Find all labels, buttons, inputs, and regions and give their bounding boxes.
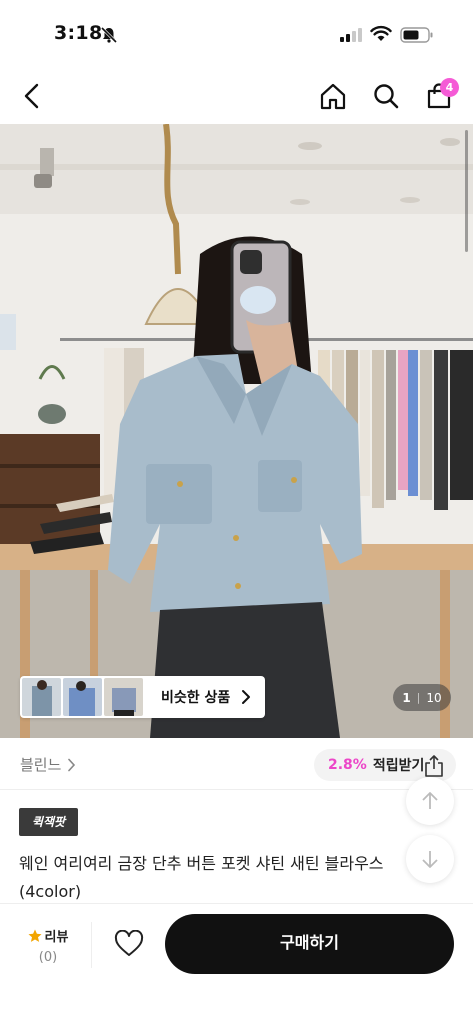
bell-slash-icon [100, 26, 118, 44]
product-title: 웨인 여리여리 금장 단추 버튼 포켓 샤틴 새틴 블라우스 (4color) [19, 854, 384, 901]
scroll-bottom-button[interactable] [406, 835, 454, 883]
arrow-down-icon [422, 851, 438, 868]
scroll-top-button[interactable] [406, 777, 454, 825]
review-button[interactable]: 리뷰 (0) [22, 926, 74, 965]
image-pager: 1 | 10 [393, 684, 451, 711]
review-label: 리뷰 [44, 930, 69, 945]
similar-thumb [104, 678, 143, 716]
product-image-gallery[interactable] [0, 124, 473, 738]
similar-products-label: 비슷한 상품 [161, 690, 231, 706]
battery-icon [400, 27, 433, 43]
page-scroll-indicator [465, 130, 468, 252]
status-time: 3:18 [54, 22, 103, 44]
similar-products-button[interactable]: 비슷한 상품 [20, 676, 265, 718]
cart-count-badge: 4 [440, 78, 459, 97]
product-photo [0, 124, 473, 738]
wifi-icon [370, 25, 392, 41]
similar-thumb [63, 678, 102, 716]
bottom-action-bar: 리뷰 (0) 구매하기 [0, 903, 473, 1024]
pager-separator: | [416, 691, 421, 704]
pager-current: 1 [402, 690, 411, 705]
search-icon[interactable] [372, 82, 400, 110]
star-icon [28, 929, 42, 942]
promo-badge: 퀵잭팟 [19, 808, 78, 836]
buy-button[interactable]: 구매하기 [165, 914, 454, 974]
divider [91, 922, 92, 968]
points-label: 적립받기 [372, 758, 425, 774]
chevron-right-icon [68, 758, 76, 771]
top-nav [0, 68, 473, 124]
status-bar: 3:18 [0, 0, 473, 68]
similar-thumb [22, 678, 61, 716]
pager-total: 10 [426, 690, 442, 705]
brand-row: 블린느 2.8% 적립받기 [0, 738, 473, 790]
share-icon[interactable] [424, 755, 444, 777]
brand-name: 블린느 [20, 756, 62, 774]
brand-link[interactable]: 블린느 [20, 754, 76, 775]
back-icon[interactable] [18, 82, 46, 110]
chevron-right-icon [242, 690, 250, 704]
review-count: (0) [38, 950, 58, 965]
points-percent: 2.8% [328, 757, 367, 773]
home-icon[interactable] [319, 82, 347, 110]
heart-icon[interactable] [114, 930, 144, 958]
arrow-up-icon [422, 792, 438, 809]
signal-icon [340, 28, 362, 42]
